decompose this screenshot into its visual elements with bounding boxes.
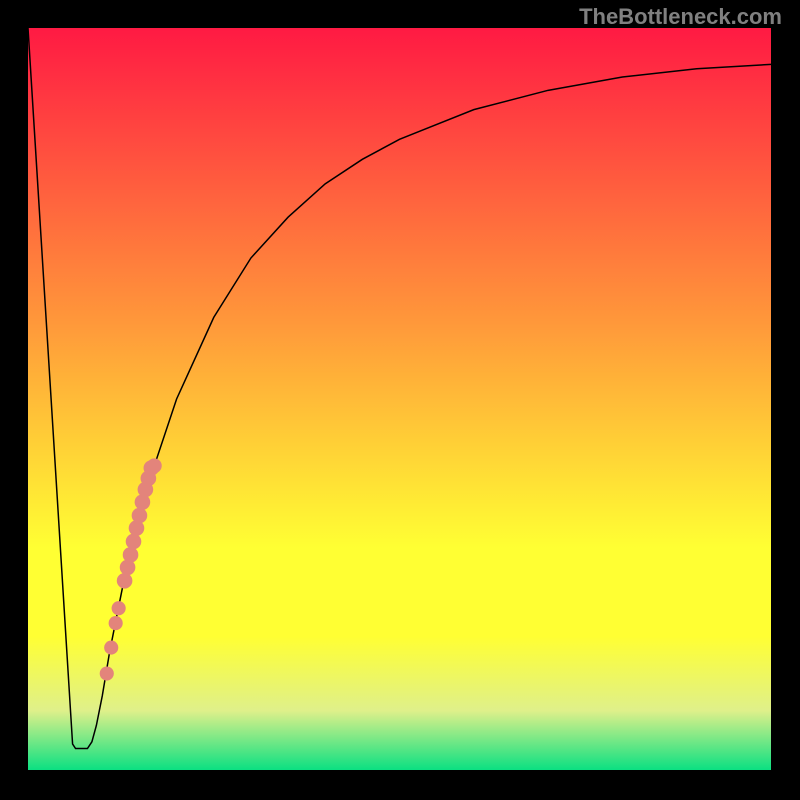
- highlight-dot: [100, 666, 114, 680]
- highlight-dot: [126, 534, 142, 550]
- bottleneck-chart: [0, 0, 800, 800]
- highlight-dot: [123, 547, 139, 563]
- chart-container: TheBottleneck.com: [0, 0, 800, 800]
- highlight-dot: [109, 616, 123, 630]
- highlight-dot: [117, 573, 133, 589]
- highlight-dot: [104, 641, 118, 655]
- highlight-dot: [132, 508, 148, 524]
- watermark-text: TheBottleneck.com: [579, 4, 782, 30]
- highlight-dot: [147, 458, 162, 473]
- highlight-dot: [112, 601, 126, 615]
